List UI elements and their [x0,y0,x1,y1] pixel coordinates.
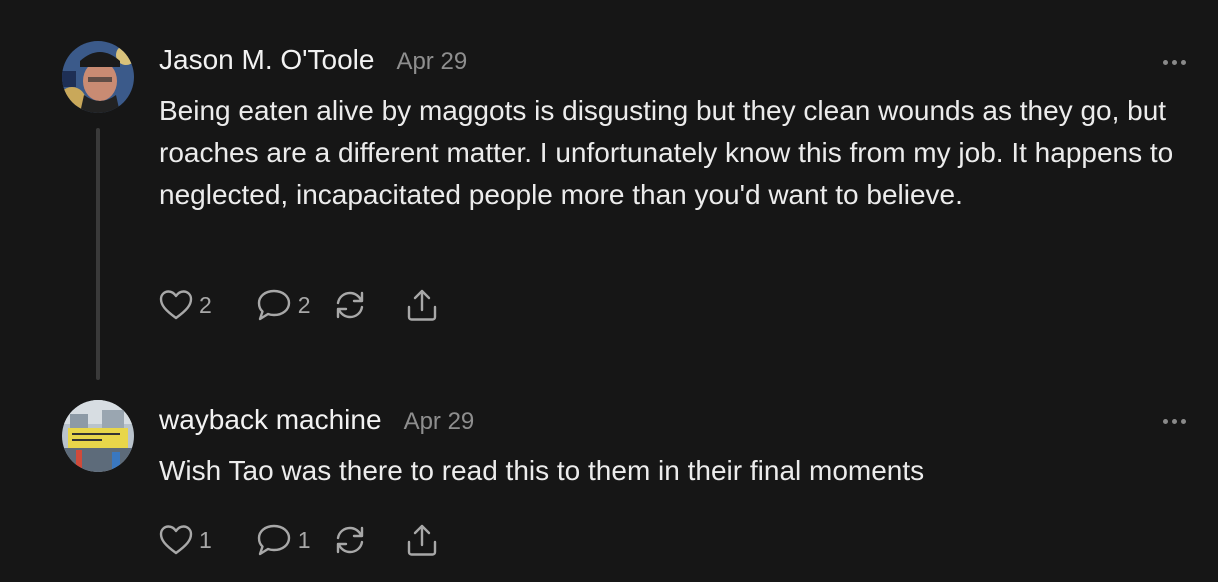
author-name[interactable]: Jason M. O'Toole [159,44,374,76]
share-upload-icon [407,289,436,321]
like-count: 2 [199,291,212,318]
reply-count: 1 [297,526,311,553]
share-upload-icon [407,524,436,556]
ellipsis-icon [1163,59,1168,65]
more-options-button[interactable] [1163,55,1193,69]
restack-button[interactable] [333,288,367,322]
comment-header: Jason M. O'Toole Apr 29 [159,44,467,76]
restack-arrows-icon [336,526,363,554]
like-button[interactable]: 1 [159,524,212,556]
comment-header: wayback machine Apr 29 [159,404,474,436]
comment-2: wayback machine Apr 29 Wish Tao was ther… [0,390,1218,582]
avatar-image [62,41,134,113]
more-options-button[interactable] [1163,414,1193,428]
avatar[interactable] [62,400,134,472]
reply-button[interactable]: 2 [256,288,311,322]
comment-date[interactable]: Apr 29 [396,48,467,76]
thread-line [96,128,100,380]
like-button[interactable]: 2 [159,289,212,321]
comment-body: Wish Tao was there to read this to them … [159,455,925,486]
reply-count: 2 [297,291,311,318]
comment-body: Being eaten alive by maggots is disgusti… [159,95,1174,210]
speech-bubble-icon [257,524,290,556]
speech-bubble-icon [257,289,290,321]
comment-date[interactable]: Apr 29 [404,408,475,436]
ellipsis-icon [1163,418,1168,424]
comment-actions: 2 2 [159,288,439,322]
avatar-image [62,400,134,472]
author-name[interactable]: wayback machine [159,404,382,436]
heart-icon [159,290,193,320]
like-count: 1 [199,526,212,553]
comment-1: Jason M. O'Toole Apr 29 Being eaten aliv… [0,0,1218,390]
heart-icon [159,525,193,555]
restack-button[interactable] [333,523,367,557]
reply-button[interactable]: 1 [256,523,311,557]
restack-arrows-icon [336,291,363,319]
share-button[interactable] [405,288,439,322]
share-button[interactable] [405,523,439,557]
avatar[interactable] [62,41,134,113]
comment-actions: 1 1 [159,523,439,557]
